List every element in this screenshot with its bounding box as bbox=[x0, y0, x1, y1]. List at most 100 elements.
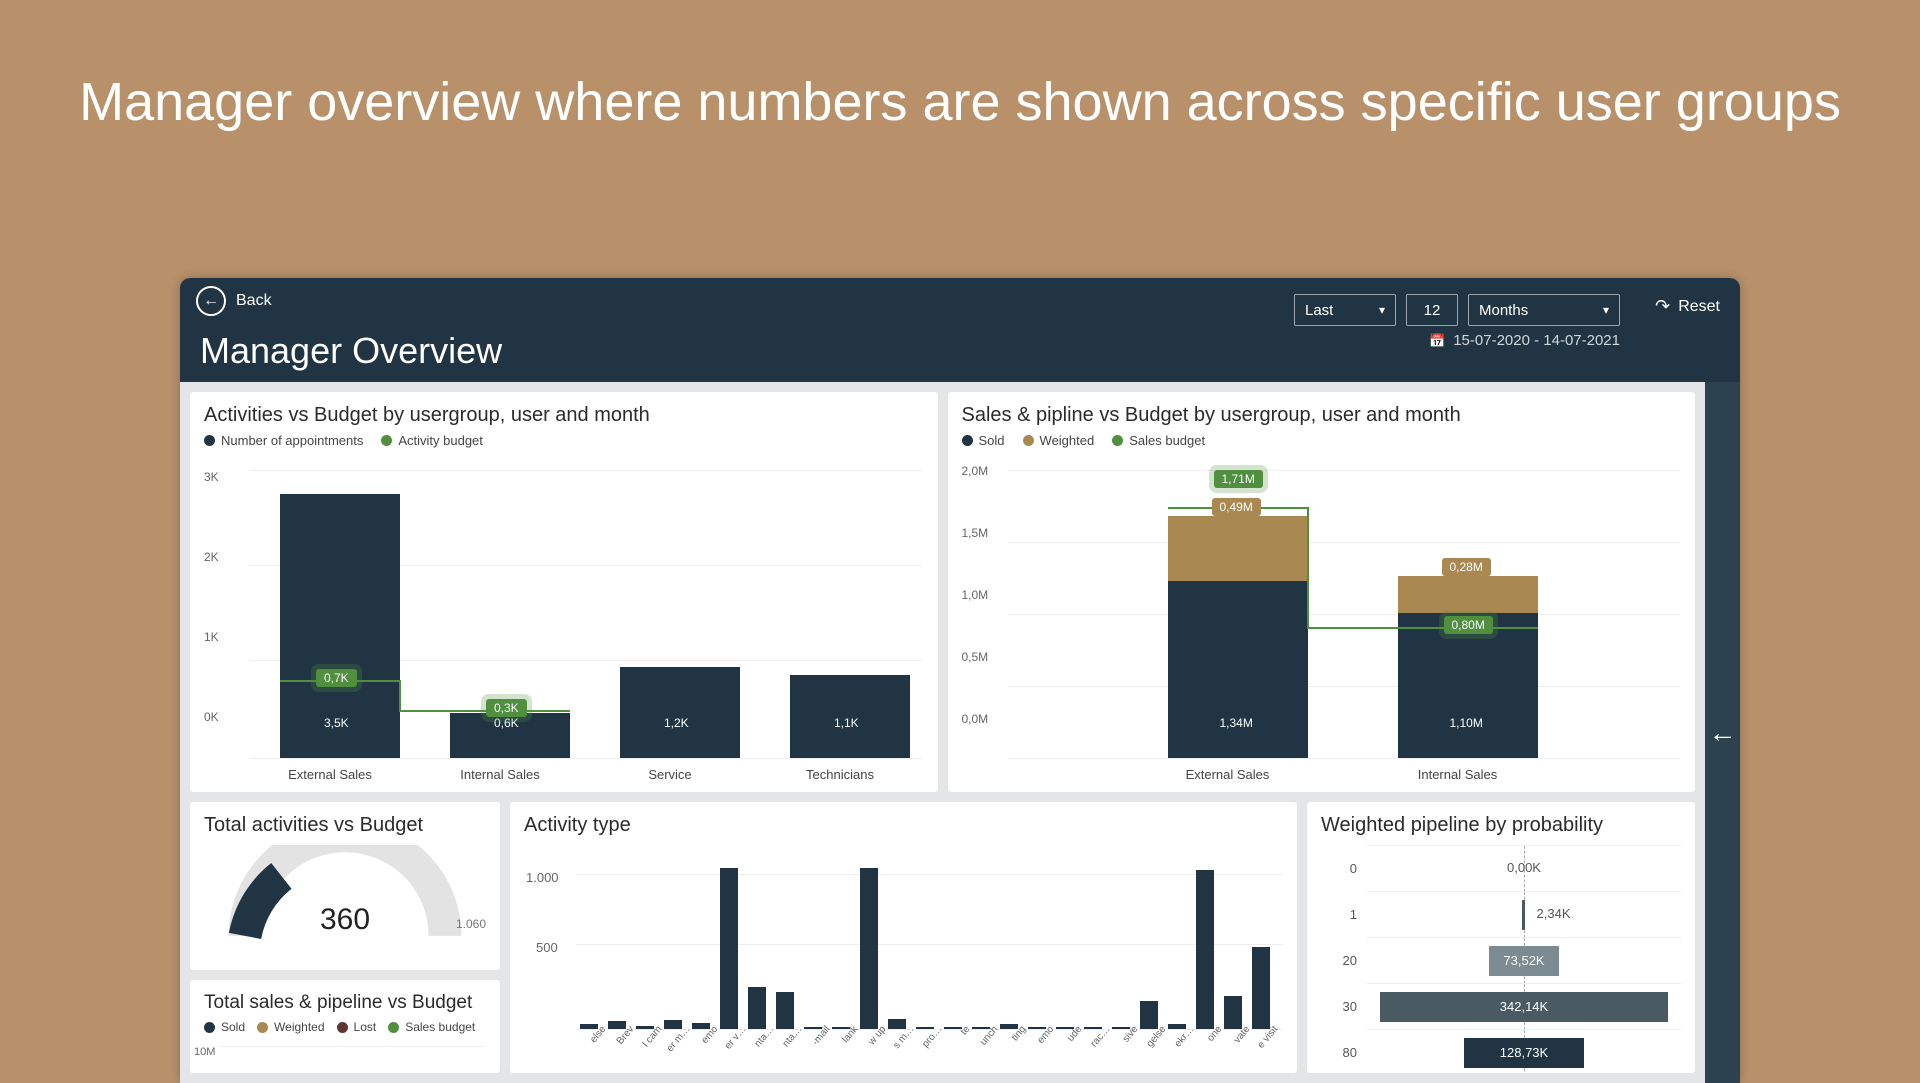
activity-type-bar[interactable] bbox=[1224, 996, 1242, 1029]
x-category: External Sales bbox=[1128, 767, 1328, 782]
row-bottom-cards: Total activities vs Budget 360 1.060 Tot… bbox=[190, 802, 1695, 1073]
expand-rail[interactable]: ← bbox=[1705, 382, 1740, 1083]
weighted-row-80[interactable]: 80 128,73K bbox=[1321, 1029, 1681, 1073]
x-category: Service bbox=[600, 767, 740, 782]
activity-type-bar[interactable] bbox=[748, 987, 766, 1029]
pipe-mini-plot bbox=[220, 1046, 484, 1073]
legend-label: Activity budget bbox=[398, 433, 483, 448]
legend-swatch-weighted bbox=[257, 1022, 268, 1033]
card-total-activities-gauge[interactable]: Total activities vs Budget 360 1.060 bbox=[190, 802, 500, 970]
period-unit-value: Months bbox=[1479, 302, 1528, 319]
gauge-value: 360 bbox=[210, 903, 480, 937]
weighted-row-0[interactable]: 0 0,00K bbox=[1321, 845, 1681, 891]
funnel-value: 2,34K bbox=[1537, 906, 1571, 921]
y-tick: 2,0M bbox=[962, 464, 989, 478]
x-category: Technicians bbox=[770, 767, 910, 782]
y-tick: 500 bbox=[536, 940, 558, 955]
legend: Sold Weighted Lost Sales budget bbox=[204, 1020, 486, 1034]
bar-value: 3,5K bbox=[316, 714, 357, 732]
activity-type-bar[interactable] bbox=[776, 992, 794, 1029]
date-range-text: 15-07-2020 - 14-07-2021 bbox=[1453, 332, 1620, 349]
card-title: Total activities vs Budget bbox=[204, 814, 486, 837]
back-button[interactable]: ← Back bbox=[196, 286, 272, 316]
x-category: Internal Sales bbox=[1358, 767, 1558, 782]
arrow-left-icon: ← bbox=[1709, 717, 1737, 749]
weighted-value: 0,28M bbox=[1442, 558, 1491, 576]
x-category: Internal Sales bbox=[430, 767, 570, 782]
activity-type-bar[interactable] bbox=[1140, 1001, 1158, 1029]
activities-plot: 0,7K 0,3K 3,5K 0,6K 1,2K 1,1K bbox=[250, 470, 922, 758]
period-unit-select[interactable]: Months ▾ bbox=[1468, 294, 1620, 326]
card-activity-type[interactable]: Activity type 1.000 500 elseBrevl camer … bbox=[510, 802, 1297, 1073]
card-total-sales-pipeline-vs-budget[interactable]: Total sales & pipeline vs Budget Sold We… bbox=[190, 980, 500, 1073]
legend: Sold Weighted Sales budget bbox=[962, 433, 1682, 448]
bar-value: 1,1K bbox=[826, 714, 867, 732]
x-category: External Sales bbox=[260, 767, 400, 782]
row-top-charts: Activities vs Budget by usergroup, user … bbox=[190, 392, 1695, 792]
card-title: Sales & pipline vs Budget by usergroup, … bbox=[962, 404, 1682, 427]
funnel-value: 342,14K bbox=[1500, 999, 1548, 1014]
y-tick: 1.000 bbox=[526, 870, 559, 885]
funnel-value: 73,52K bbox=[1503, 953, 1544, 968]
card-title: Weighted pipeline by probability bbox=[1321, 814, 1681, 837]
weighted-row-30[interactable]: 30 342,14K bbox=[1321, 983, 1681, 1029]
period-relative-value: Last bbox=[1305, 302, 1333, 319]
y-tick: 3K bbox=[204, 470, 219, 484]
card-weighted-pipeline[interactable]: Weighted pipeline by probability 0 0,00K… bbox=[1307, 802, 1695, 1073]
prob-label: 80 bbox=[1321, 1045, 1367, 1060]
sold-value: 1,10M bbox=[1442, 714, 1491, 732]
budget-tag: 0,80M bbox=[1444, 616, 1493, 634]
legend: Number of appointments Activity budget bbox=[204, 433, 924, 448]
chevron-down-icon: ▾ bbox=[1603, 303, 1609, 317]
weighted-row-20[interactable]: 20 73,52K bbox=[1321, 937, 1681, 983]
reset-button[interactable]: ↶ Reset bbox=[1655, 296, 1720, 317]
budget-tag: 0,3K bbox=[486, 699, 527, 717]
gauge: 360 1.060 bbox=[210, 845, 480, 935]
legend-swatch-appointments bbox=[204, 435, 215, 446]
legend-swatch-sold bbox=[962, 435, 973, 446]
activity-type-bar[interactable] bbox=[1252, 947, 1270, 1029]
legend-label: Sold bbox=[221, 1020, 245, 1034]
legend-swatch-weighted bbox=[1023, 435, 1034, 446]
legend-swatch-budget bbox=[381, 435, 392, 446]
calendar-icon: 📅 bbox=[1429, 333, 1445, 349]
activity-type-bar[interactable] bbox=[720, 868, 738, 1029]
left-kpi-column: Total activities vs Budget 360 1.060 Tot… bbox=[190, 802, 500, 1073]
card-sales-pipeline-vs-budget[interactable]: Sales & pipline vs Budget by usergroup, … bbox=[948, 392, 1696, 792]
legend-swatch-sales-budget bbox=[1112, 435, 1123, 446]
prob-label: 0 bbox=[1321, 861, 1367, 876]
period-filter-group: Last ▾ 12 Months ▾ bbox=[1294, 294, 1620, 326]
y-tick: 1,0M bbox=[962, 588, 989, 602]
legend-label: Lost bbox=[354, 1020, 377, 1034]
date-range-display: 📅 15-07-2020 - 14-07-2021 bbox=[1429, 332, 1620, 349]
dashboard-topbar: ← Back Manager Overview Last ▾ 12 Months… bbox=[180, 278, 1740, 382]
budget-tag: 1,71M bbox=[1214, 470, 1263, 488]
sold-value: 1,34M bbox=[1212, 714, 1261, 732]
page-headline: Manager overview where numbers are shown… bbox=[0, 0, 1920, 135]
legend-label: Weighted bbox=[274, 1020, 324, 1034]
back-label: Back bbox=[236, 292, 272, 310]
card-activities-vs-budget[interactable]: Activities vs Budget by usergroup, user … bbox=[190, 392, 938, 792]
prob-label: 30 bbox=[1321, 999, 1367, 1014]
card-title: Activity type bbox=[524, 814, 1283, 837]
activity-type-bar[interactable] bbox=[1196, 870, 1214, 1029]
activity-type-bar[interactable] bbox=[860, 868, 878, 1029]
y-tick: 0,0M bbox=[962, 712, 989, 726]
funnel-bar bbox=[1522, 900, 1525, 930]
y-tick: 2K bbox=[204, 550, 219, 564]
legend-swatch-sold bbox=[204, 1022, 215, 1033]
activity-type-plot: elseBrevl camer m…emoer v…nta…nta…-maill… bbox=[576, 850, 1283, 1029]
y-tick: 10M bbox=[194, 1046, 215, 1058]
legend-label: Sales budget bbox=[405, 1020, 475, 1034]
legend-label: Sales budget bbox=[1129, 433, 1205, 448]
funnel-value: 0,00K bbox=[1507, 860, 1541, 875]
period-relative-select[interactable]: Last ▾ bbox=[1294, 294, 1396, 326]
gauge-target: 1.060 bbox=[456, 917, 486, 931]
legend-swatch-sales-budget bbox=[388, 1022, 399, 1033]
y-tick: 1K bbox=[204, 630, 219, 644]
bar-value: 1,2K bbox=[656, 714, 697, 732]
legend-label: Number of appointments bbox=[221, 433, 363, 448]
prob-label: 1 bbox=[1321, 907, 1367, 922]
weighted-row-1[interactable]: 1 2,34K bbox=[1321, 891, 1681, 937]
period-amount-input[interactable]: 12 bbox=[1406, 294, 1458, 326]
